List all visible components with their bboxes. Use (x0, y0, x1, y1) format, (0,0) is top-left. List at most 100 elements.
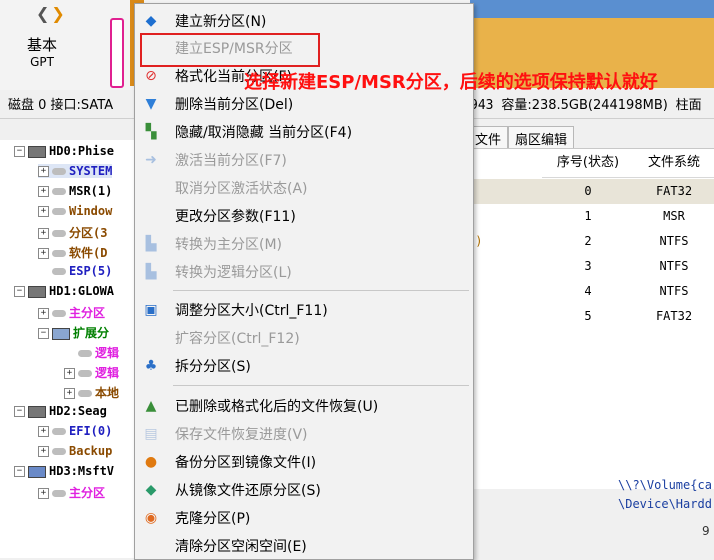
collapse-icon[interactable]: − (14, 146, 25, 157)
tree-extended-partition[interactable]: − 扩展分 (38, 324, 109, 341)
collapse-icon[interactable]: − (14, 286, 25, 297)
clone-icon: ◉ (144, 510, 158, 526)
tree-logical-partition[interactable]: 逻辑 (78, 344, 119, 361)
collapse-icon[interactable]: − (14, 406, 25, 417)
tree-disk-hd2[interactable]: − HD2:Seag (14, 404, 107, 418)
expand-icon[interactable]: + (38, 206, 49, 217)
hide-icon: ▚ (145, 124, 157, 140)
menu-item-recover-files[interactable]: ▲ 已删除或格式化后的文件恢复(U) (135, 392, 473, 419)
partition-icon (78, 350, 92, 357)
menu-item-backup-image[interactable]: ● 备份分区到镜像文件(I) (135, 448, 473, 475)
expand-icon[interactable]: + (64, 368, 75, 379)
menu-item-new-partition[interactable]: ◆ 建立新分区(N) (135, 7, 473, 34)
disk-type-sub: GPT (30, 55, 54, 69)
expand-icon[interactable]: + (38, 426, 49, 437)
menu-item-clone[interactable]: ◉ 克隆分区(P) (135, 504, 473, 531)
nav-arrows[interactable]: ❮❯ (36, 4, 67, 23)
tree-disk-hd3[interactable]: − HD3:MsftV (14, 464, 114, 478)
virtual-disk-icon (28, 465, 46, 478)
table-row[interactable]: 2 NTFS (468, 229, 714, 254)
recover-icon: ▲ (145, 398, 157, 414)
partition-icon (52, 310, 66, 317)
table-row[interactable]: 1 MSR (468, 204, 714, 229)
volume-path: \\?\Volume{ca (618, 478, 712, 492)
expand-icon[interactable]: + (38, 228, 49, 239)
menu-item-restore-image[interactable]: ◆ 从镜像文件还原分区(S) (135, 476, 473, 503)
partition-table: 序号(状态) 文件系统 0 FAT32 1 MSR 2 NTFS 3 NTFS 4 NTF… (468, 148, 714, 489)
partition-icon (52, 428, 66, 435)
menu-item-to-primary[interactable]: ▙ 转换为主分区(M) (135, 230, 473, 257)
disk-capacity: 容量:238.5GB(244198MB) (501, 98, 668, 113)
tree-partition[interactable]: + SYSTEM (38, 164, 113, 178)
tree-partition[interactable]: + Window (38, 204, 112, 218)
tree-partition[interactable]: + Backup (38, 444, 112, 458)
to-logical-icon: ▙ (145, 264, 157, 280)
menu-item-resize[interactable]: ▣ 调整分区大小(Ctrl_F11) (135, 296, 473, 323)
menu-item-to-logical[interactable]: ▙ 转换为逻辑分区(L) (135, 258, 473, 285)
format-icon: ⊘ (145, 68, 157, 84)
extend-icon (143, 330, 159, 346)
menu-item-delete[interactable]: ▼ 删除当前分区(Del) (135, 90, 473, 117)
column-header-filesystem[interactable]: 文件系统 (634, 149, 714, 178)
menu-item-wipe-free-space[interactable]: 清除分区空闲空间(E) (135, 532, 473, 559)
menu-item-deactivate[interactable]: 取消分区激活状态(A) (135, 174, 473, 201)
tree-partition[interactable]: + 主分区 (38, 304, 105, 321)
status-number: 9 (702, 524, 710, 538)
extended-icon (52, 327, 70, 340)
tree-partition[interactable]: + MSR(1) (38, 184, 112, 198)
menu-item-split[interactable]: ♣ 拆分分区(S) (135, 352, 473, 379)
expand-icon[interactable]: + (38, 446, 49, 457)
disk-info-right: 943 容量:238.5GB(244198MB) 柱面 (470, 94, 702, 113)
disk-icon (28, 285, 46, 298)
disk-type-label: 基本 GPT (10, 34, 74, 69)
resize-icon: ▣ (144, 302, 158, 318)
menu-item-extend[interactable]: 扩容分区(Ctrl_F12) (135, 324, 473, 351)
to-primary-icon: ▙ (145, 236, 157, 252)
disk-tree: − HD0:Phise + SYSTEM + MSR(1) + Window + 分区(3… (0, 140, 137, 558)
menu-item-hide[interactable]: ▚ 隐藏/取消隐藏 当前分区(F4) (135, 118, 473, 145)
tree-logical-partition[interactable]: + 逻辑 (64, 364, 119, 381)
partition-icon (52, 230, 66, 237)
table-row[interactable]: 3 NTFS (468, 254, 714, 279)
disk-info-left: 磁盘 0 接口:SATA (8, 98, 114, 113)
menu-separator (173, 290, 469, 291)
tree-logical-partition[interactable]: + 本地 (64, 384, 119, 401)
tree-disk-hd0[interactable]: − HD0:Phise (14, 144, 114, 158)
tree-partition[interactable]: + 主分区 (38, 484, 105, 501)
tree-disk-hd1[interactable]: − HD1:GLOWA (14, 284, 114, 298)
partition-bar-selected[interactable] (110, 18, 124, 88)
tree-partition[interactable]: + 软件(D (38, 244, 107, 261)
tab-sector-editor[interactable]: 扇区编辑 (508, 126, 575, 150)
volume-paths: \\?\Volume{ca \Device\Hardd (618, 476, 712, 514)
expand-icon[interactable]: + (38, 186, 49, 197)
table-row[interactable]: 4 NTFS (468, 279, 714, 304)
expand-icon[interactable]: + (38, 308, 49, 319)
expand-icon[interactable]: + (38, 248, 49, 259)
partition-icon (52, 188, 66, 195)
collapse-icon[interactable]: − (38, 328, 49, 339)
disk-type-title: 基本 (26, 36, 57, 54)
expand-icon[interactable]: + (38, 488, 49, 499)
tab-files[interactable]: 文件 (468, 126, 509, 150)
new-partition-icon: ◆ (145, 13, 157, 29)
forward-arrow-icon[interactable]: ❯ (51, 4, 66, 23)
tree-partition[interactable]: ESP(5) (52, 264, 112, 278)
disk-icon (28, 145, 46, 158)
table-row[interactable]: 5 FAT32 (468, 304, 714, 329)
menu-item-activate[interactable]: ➜ 激活当前分区(F7) (135, 146, 473, 173)
tree-partition[interactable]: + 分区(3 (38, 224, 107, 241)
table-row[interactable]: 0 FAT32 (468, 179, 714, 204)
column-header-index[interactable]: 序号(状态) (542, 149, 635, 178)
collapse-icon[interactable]: − (14, 466, 25, 477)
backup-icon: ● (144, 454, 158, 470)
expand-icon[interactable]: + (38, 166, 49, 177)
tree-partition[interactable]: + EFI(0) (38, 424, 112, 438)
expand-icon[interactable]: + (64, 388, 75, 399)
partition-icon (78, 390, 92, 397)
partition-bar-header[interactable] (470, 0, 714, 18)
back-arrow-icon[interactable]: ❮ (36, 4, 51, 23)
partition-icon (52, 250, 66, 257)
menu-item-change-params[interactable]: 更改分区参数(F11) (135, 202, 473, 229)
split-icon: ♣ (144, 358, 158, 374)
menu-item-save-progress[interactable]: ▤ 保存文件恢复进度(V) (135, 420, 473, 447)
